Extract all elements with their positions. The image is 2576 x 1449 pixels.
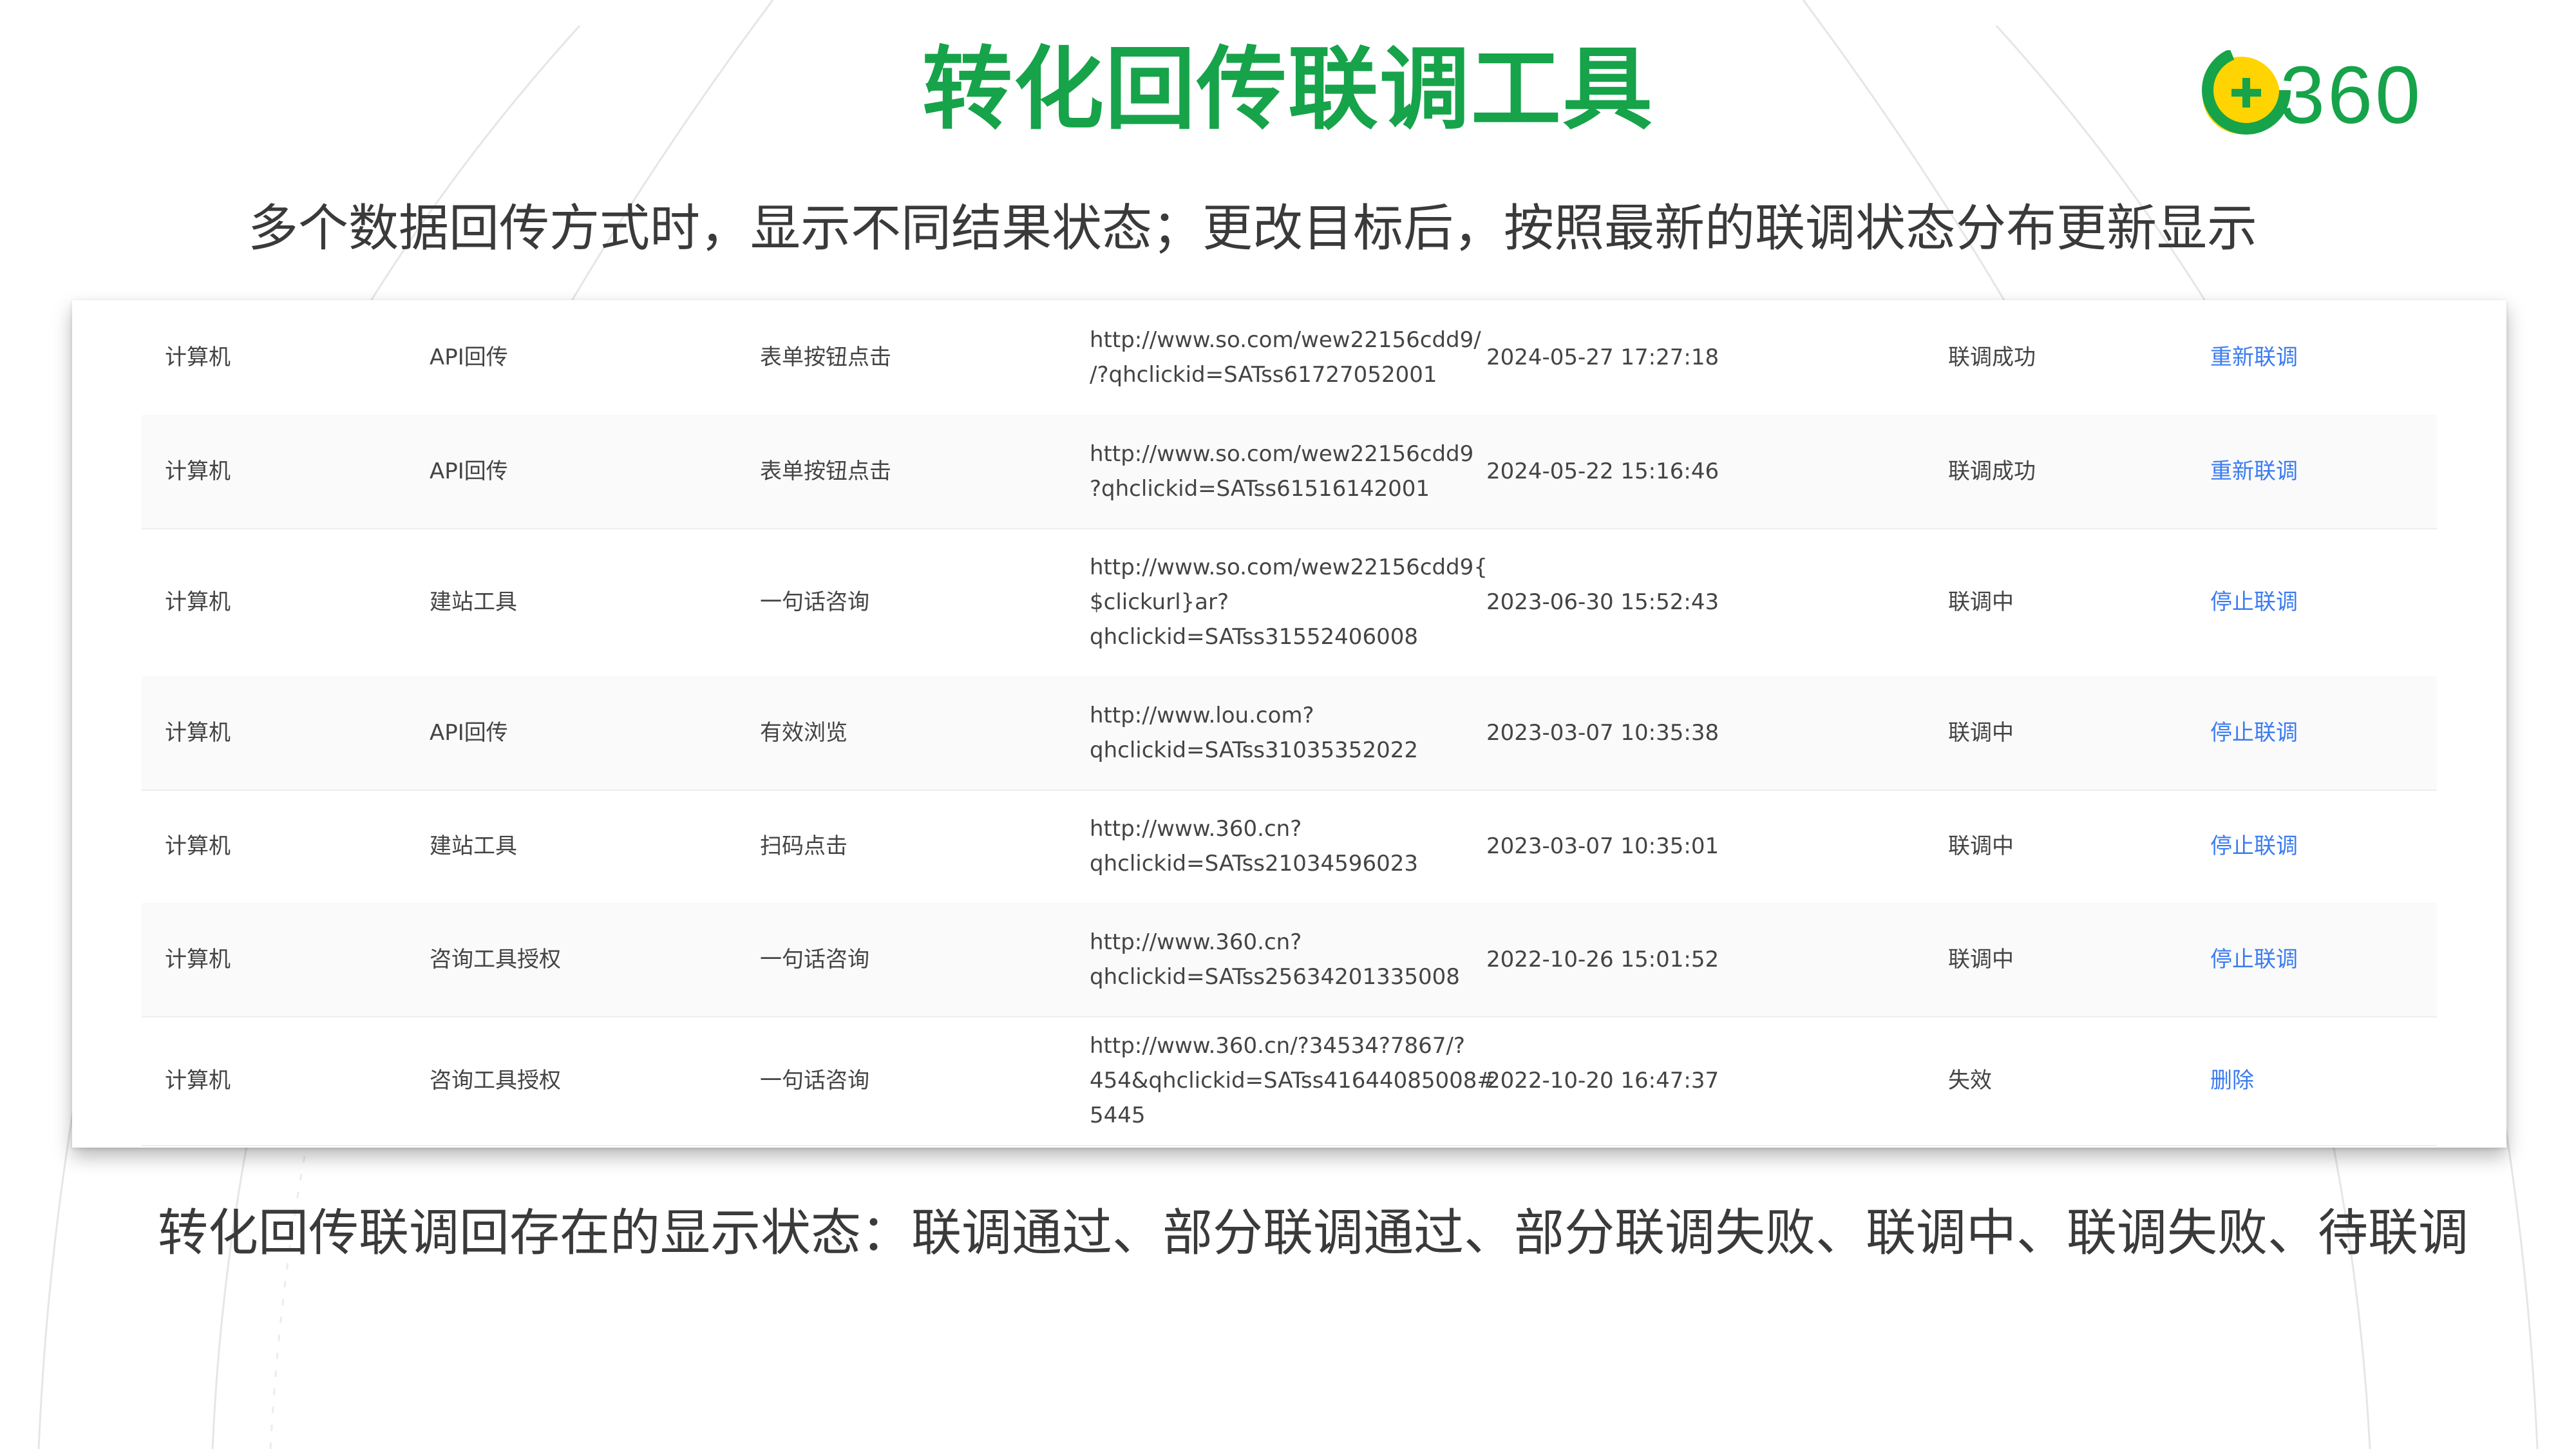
url-line: http://www.lou.com? [1090, 703, 1314, 728]
url-line: /?qhclickid=SATss61727052001 [1090, 362, 1437, 388]
url-line: qhclickid=SATss21034596023 [1090, 851, 1418, 876]
status-cell: 联调成功 [1948, 345, 2036, 370]
method-cell: 建站工具 [430, 589, 517, 615]
method-cell: 咨询工具授权 [430, 1068, 561, 1094]
url-line: http://www.so.com/wew22156cdd9{ [1090, 554, 1488, 580]
action-link[interactable]: 停止联调 [2210, 790, 2298, 903]
table-row: 计算机 咨询工具授权 一句话咨询 http://www.360.cn/?34534?7… [142, 1016, 2437, 1146]
url-line: 5445 [1090, 1103, 1146, 1128]
url-cell: http://www.so.com/wew22156cdd9 ?qhclickid… [1090, 415, 1473, 528]
time-cell: 2023-03-07 10:35:01 [1486, 833, 1719, 859]
status-cell: 联调中 [1948, 833, 2014, 859]
method-cell: API回传 [430, 720, 508, 746]
status-cell: 联调中 [1948, 720, 2014, 746]
action-link[interactable]: 重新联调 [2210, 300, 2298, 415]
device-cell: 计算机 [165, 1068, 231, 1094]
table-row: 计算机 API回传 表单按钮点击 http://www.so.com/wew22156… [142, 300, 2437, 416]
time-cell: 2024-05-27 17:27:18 [1486, 345, 1719, 370]
footer-note: 转化回传联调回存在的显示状态：联调通过、部分联调通过、部分联调失败、联调中、联调… [158, 1204, 2469, 1262]
url-cell: http://www.lou.com? qhclickid=SATss310353… [1090, 676, 1418, 790]
time-cell: 2023-06-30 15:52:43 [1486, 589, 1719, 615]
method-cell: API回传 [430, 459, 508, 484]
event-cell: 表单按钮点击 [760, 345, 891, 370]
url-line: http://www.360.cn? [1090, 816, 1302, 842]
action-link[interactable]: 删除 [2210, 1016, 2254, 1145]
url-line: 454&qhclickid=SATss41644085008# [1090, 1068, 1495, 1094]
time-cell: 2022-10-20 16:47:37 [1486, 1068, 1719, 1094]
url-cell: http://www.360.cn? qhclickid=SATss2563420… [1090, 903, 1460, 1016]
method-cell: API回传 [430, 345, 508, 370]
device-cell: 计算机 [165, 833, 231, 859]
event-cell: 一句话咨询 [760, 589, 869, 615]
status-cell: 联调中 [1948, 589, 2014, 615]
table-row: 计算机 建站工具 一句话咨询 http://www.so.com/wew22156cd… [142, 528, 2437, 677]
conversion-debug-table: 计算机 API回传 表单按钮点击 http://www.so.com/wew22156… [72, 300, 2506, 1148]
action-link[interactable]: 停止联调 [2210, 676, 2298, 790]
event-cell: 一句话咨询 [760, 947, 869, 972]
page-title: 转化回传联调工具 [922, 37, 1654, 142]
device-cell: 计算机 [165, 947, 231, 972]
url-line: http://www.so.com/wew22156cdd9/ [1090, 327, 1481, 353]
event-cell: 有效浏览 [760, 720, 848, 746]
time-cell: 2024-05-22 15:16:46 [1486, 459, 1719, 484]
device-cell: 计算机 [165, 720, 231, 746]
method-cell: 建站工具 [430, 833, 517, 859]
event-cell: 扫码点击 [760, 833, 848, 859]
url-line: qhclickid=SATss31035352022 [1090, 737, 1418, 763]
time-cell: 2023-03-07 10:35:38 [1486, 720, 1719, 746]
url-line: http://www.360.cn? [1090, 929, 1302, 955]
action-link[interactable]: 停止联调 [2210, 528, 2298, 676]
status-cell: 联调成功 [1948, 459, 2036, 484]
url-line: qhclickid=SATss31552406008 [1090, 624, 1418, 650]
brand-logo: 360 [2195, 46, 2478, 140]
device-cell: 计算机 [165, 345, 231, 370]
url-line: http://www.so.com/wew22156cdd9 [1090, 441, 1474, 467]
url-cell: http://www.so.com/wew22156cdd9/ /?qhclick… [1090, 300, 1481, 415]
url-cell: http://www.360.cn? qhclickid=SATss2103459… [1090, 790, 1418, 903]
device-cell: 计算机 [165, 459, 231, 484]
table-row: 计算机 API回传 有效浏览 http://www.lou.com? qhclickid… [142, 676, 2437, 791]
status-cell: 联调中 [1948, 947, 2014, 972]
event-cell: 表单按钮点击 [760, 459, 891, 484]
logo-text: 360 [2280, 50, 2423, 140]
action-link[interactable]: 停止联调 [2210, 903, 2298, 1016]
url-line: $clickurl}ar? [1090, 589, 1229, 615]
url-line: qhclickid=SATss25634201335008 [1090, 964, 1460, 990]
subtitle: 多个数据回传方式时，显示不同结果状态；更改目标后，按照最新的联调状态分布更新显示 [248, 200, 2258, 258]
time-cell: 2022-10-26 15:01:52 [1486, 947, 1719, 972]
method-cell: 咨询工具授权 [430, 947, 561, 972]
url-cell: http://www.360.cn/?34534?7867/? 454&qhcli… [1090, 1016, 1495, 1145]
table-row: 计算机 建站工具 扫码点击 http://www.360.cn? qhclickid=S… [142, 790, 2437, 904]
table-row: 计算机 咨询工具授权 一句话咨询 http://www.360.cn? qhclicki… [142, 903, 2437, 1018]
action-link[interactable]: 重新联调 [2210, 415, 2298, 528]
url-line: ?qhclickid=SATss61516142001 [1090, 476, 1430, 502]
url-cell: http://www.so.com/wew22156cdd9{ $clickurl… [1090, 528, 1488, 676]
table-row: 计算机 API回传 表单按钮点击 http://www.so.com/wew22156… [142, 415, 2437, 529]
device-cell: 计算机 [165, 589, 231, 615]
event-cell: 一句话咨询 [760, 1068, 869, 1094]
status-cell: 失效 [1948, 1068, 1992, 1094]
url-line: http://www.360.cn/?34534?7867/? [1090, 1033, 1465, 1059]
